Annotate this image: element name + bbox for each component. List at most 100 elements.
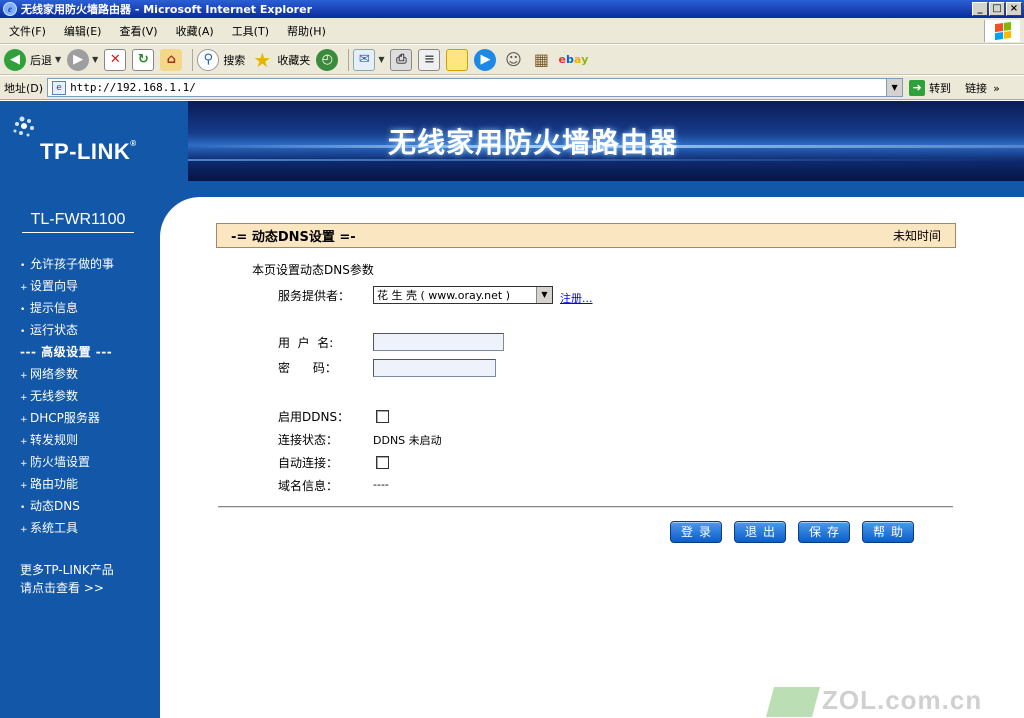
page-description: 本页设置动态DNS参数 <box>252 263 374 277</box>
messenger-button[interactable]: ☺ <box>502 49 524 71</box>
back-dropdown-icon[interactable]: ▼ <box>55 55 61 64</box>
sidebar-item-wireless[interactable]: + 无线参数 <box>20 385 160 407</box>
minimize-button[interactable]: _ <box>972 2 988 16</box>
menu-favorites[interactable]: 收藏(A) <box>167 23 223 39</box>
address-bar: 地址(D) e http://192.168.1.1/ ▼ ➜ 转到 链接 » <box>0 76 1024 100</box>
menu-bar: 文件(F) 编辑(E) 查看(V) 收藏(A) 工具(T) 帮助(H) <box>0 18 1024 44</box>
mail-icon: ✉ <box>353 48 376 71</box>
enable-ddns-label: 启用DDNS： <box>278 410 350 424</box>
go-label: 转到 <box>929 81 952 95</box>
maximize-button[interactable]: □ <box>989 2 1005 16</box>
toolbar-separator <box>192 48 194 71</box>
forward-button[interactable]: ▶ ▼ <box>67 48 98 71</box>
menu-edit[interactable]: 编辑(E) <box>55 23 111 39</box>
banner-title-area: 无线家用防火墙路由器 <box>188 101 1024 181</box>
router-page: TP-LINK® 无线家用防火墙路由器 TL-FWR1100 • 允许孩子做的事 … <box>0 101 1024 718</box>
logout-button[interactable]: 退出 <box>734 521 786 543</box>
sidebar-item-firewall[interactable]: + 防火墙设置 <box>20 451 160 473</box>
go-button[interactable]: ➜ 转到 <box>909 79 952 96</box>
media-play-icon: ▶ <box>474 48 497 71</box>
sidebar-item-parental[interactable]: • 允许孩子做的事 <box>20 253 160 275</box>
close-button[interactable]: × <box>1006 2 1022 16</box>
more-products-line2: 请点击查看 >> <box>20 581 104 595</box>
media-button[interactable]: ▶ <box>474 48 497 71</box>
search-icon: ⚲ <box>197 48 220 71</box>
favorites-button[interactable]: ★ 收藏夹 <box>251 47 311 72</box>
favorites-label: 收藏夹 <box>277 53 311 67</box>
provider-value: 花 生 壳 ( www.oray.net ) <box>377 289 511 302</box>
provider-select[interactable]: 花 生 壳 ( www.oray.net ) ▼ <box>373 286 553 304</box>
forward-dropdown-icon[interactable]: ▼ <box>92 55 98 64</box>
research-button[interactable]: ▦ <box>530 49 552 71</box>
login-button[interactable]: 登录 <box>670 521 722 543</box>
sidebar-item-tips[interactable]: • 提示信息 <box>20 297 160 319</box>
mail-button[interactable]: ✉ ▼ <box>353 48 384 71</box>
sidebar-item-dhcp[interactable]: + DHCP服务器 <box>20 407 160 429</box>
enable-ddns-checkbox[interactable] <box>376 410 389 423</box>
connection-status-value: DDNS 未启动 <box>373 434 442 447</box>
password-label: 密 码： <box>278 361 337 375</box>
zol-logo-icon <box>765 687 821 718</box>
stop-icon: ✕ <box>104 48 127 71</box>
tplink-logo: TP-LINK® <box>40 139 137 164</box>
sidebar-item-status[interactable]: • 运行状态 <box>20 319 160 341</box>
model-name: TL-FWR1100 <box>22 211 134 233</box>
edit-button[interactable]: ≡ <box>418 48 441 71</box>
toolbar-separator <box>348 48 350 71</box>
auto-connect-checkbox[interactable] <box>376 456 389 469</box>
search-button[interactable]: ⚲ 搜索 <box>197 48 246 71</box>
print-button[interactable]: ⎙ <box>390 48 413 71</box>
links-button[interactable]: 链接 » <box>965 80 1000 96</box>
refresh-button[interactable]: ↻ <box>132 48 155 71</box>
window-title: 无线家用防火墙路由器 - Microsoft Internet Explorer <box>21 3 312 16</box>
star-icon: ★ <box>253 47 272 72</box>
connection-status-label: 连接状态： <box>278 433 339 447</box>
sidebar-nav: • 允许孩子做的事 + 设置向导 • 提示信息 • 运行状态 --- 高级设置 --- … <box>20 253 160 539</box>
menu-tools[interactable]: 工具(T) <box>223 23 278 39</box>
banner-logo-area: TP-LINK® <box>0 101 188 181</box>
chevron-right-icon: » <box>993 81 1000 95</box>
sidebar-item-network[interactable]: + 网络参数 <box>20 363 160 385</box>
page-icon: e <box>52 80 67 95</box>
address-url[interactable]: http://192.168.1.1/ <box>70 81 886 94</box>
username-label: 用 户 名: <box>278 336 334 350</box>
back-label: 后退 <box>30 53 52 67</box>
sidebar-item-ddns[interactable]: • 动态DNS <box>20 495 160 517</box>
help-button[interactable]: 帮助 <box>862 521 914 543</box>
search-label: 搜索 <box>223 53 246 67</box>
auto-connect-label: 自动连接： <box>278 456 339 470</box>
username-input[interactable] <box>373 333 504 351</box>
address-input[interactable]: e http://192.168.1.1/ ▼ <box>47 78 904 97</box>
home-button[interactable]: ⌂ <box>160 48 183 71</box>
ie-toolbar: ◀ 后退 ▼ ▶ ▼ ✕ ↻ ⌂ ⚲ 搜索 ★ 收藏夹 ◴ ✉ ▼ ⎙ ≡ ▶ <box>0 45 1024 75</box>
stop-button[interactable]: ✕ <box>104 48 127 71</box>
more-products-link[interactable]: 更多TP-LINK产品 请点击查看 >> <box>20 561 114 597</box>
save-button[interactable]: 保存 <box>798 521 850 543</box>
back-button[interactable]: ◀ 后退 ▼ <box>4 48 61 71</box>
menu-file[interactable]: 文件(F) <box>0 23 55 39</box>
register-link[interactable]: 注册... <box>560 290 593 306</box>
password-input[interactable] <box>373 359 496 377</box>
ie-icon: e <box>3 2 17 16</box>
discuss-button[interactable] <box>446 48 469 71</box>
page-title: -= 动态DNS设置 =- <box>231 230 356 245</box>
menu-view[interactable]: 查看(V) <box>110 23 166 39</box>
sidebar-item-wizard[interactable]: + 设置向导 <box>20 275 160 297</box>
address-dropdown-icon[interactable]: ▼ <box>886 79 903 96</box>
chevron-down-icon[interactable]: ▼ <box>536 287 552 303</box>
sidebar-item-forwarding[interactable]: + 转发规则 <box>20 429 160 451</box>
back-arrow-icon: ◀ <box>4 48 26 71</box>
ebay-button[interactable]: ebay <box>558 49 588 71</box>
history-button[interactable]: ◴ <box>316 48 339 71</box>
research-icon: ▦ <box>533 50 550 69</box>
sidebar-item-routing[interactable]: + 路由功能 <box>20 473 160 495</box>
menu-help[interactable]: 帮助(H) <box>278 23 335 39</box>
print-icon: ⎙ <box>390 48 413 71</box>
sidebar-item-system-tools[interactable]: + 系统工具 <box>20 517 160 539</box>
form-divider <box>218 506 953 508</box>
window-controls: _ □ × <box>972 2 1022 16</box>
history-icon: ◴ <box>316 48 339 71</box>
forward-arrow-icon: ▶ <box>67 48 90 71</box>
mail-dropdown-icon[interactable]: ▼ <box>378 55 384 64</box>
window-titlebar: e 无线家用防火墙路由器 - Microsoft Internet Explor… <box>0 0 1024 18</box>
